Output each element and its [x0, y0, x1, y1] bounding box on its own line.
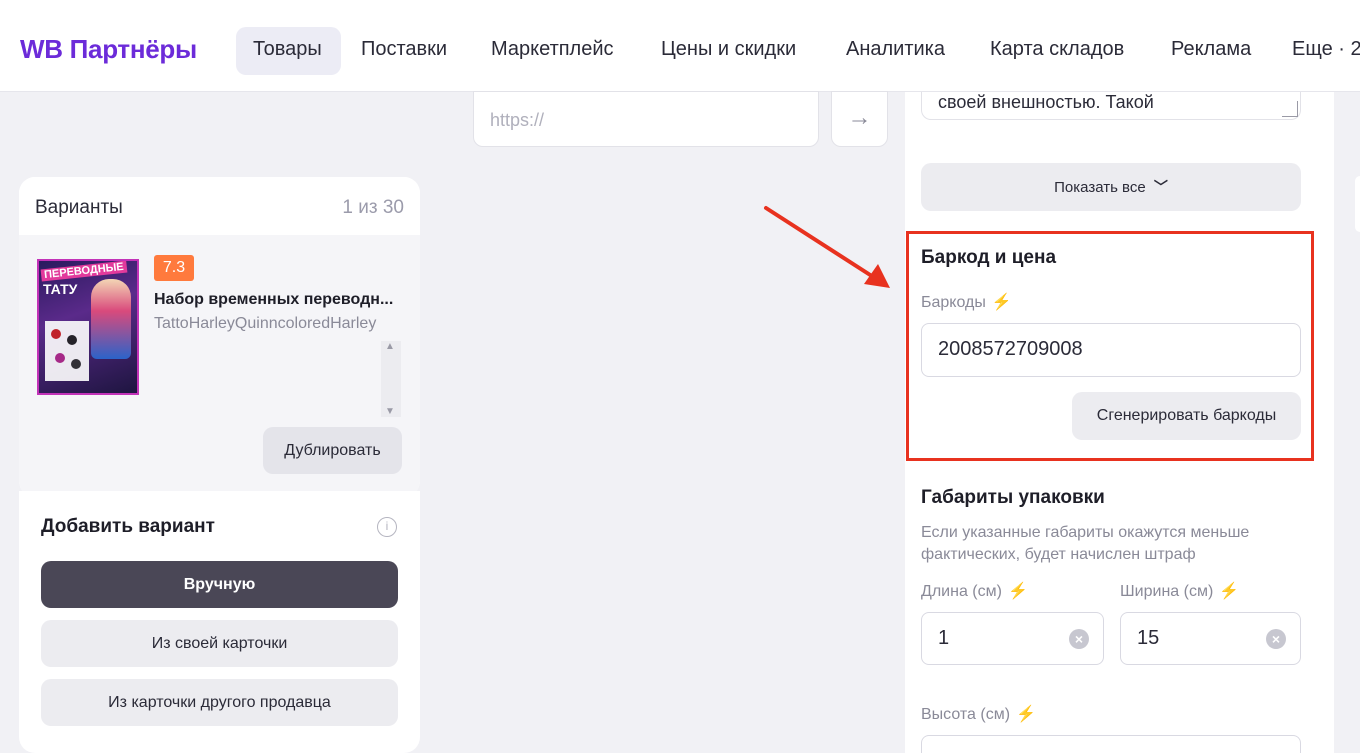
chevron-down-icon: ﹀	[1153, 179, 1168, 195]
nav-item-supplies[interactable]: Поставки	[361, 38, 447, 61]
nav-item-products[interactable]: Товары	[253, 38, 322, 61]
top-navigation: WB Партнёры Товары Поставки Маркетплейс …	[0, 0, 1360, 92]
thumbnail-tattoos	[45, 321, 89, 381]
side-tab[interactable]	[1355, 176, 1360, 232]
show-all-button[interactable]: Показать все ﹀	[921, 163, 1301, 211]
url-placeholder: https://	[490, 110, 545, 130]
variant-item[interactable]: ПЕРЕВОДНЫЕ ТАТУ 7.3 Набор временных пере…	[19, 235, 420, 497]
add-variant-title: Добавить вариант	[41, 516, 215, 537]
from-other-seller-button[interactable]: Из карточки другого продавца	[41, 679, 398, 726]
nav-item-warehouse-map[interactable]: Карта складов	[990, 38, 1124, 61]
package-section-title: Габариты упаковки	[921, 487, 1105, 508]
product-name: Набор временных переводн...	[154, 291, 394, 308]
resize-handle-icon[interactable]	[1282, 101, 1298, 117]
show-all-label: Показать все	[1054, 179, 1146, 196]
scroll-down-icon[interactable]: ▼	[385, 406, 395, 417]
product-sku: TattoHarleyQuinncoloredHarley	[154, 315, 377, 332]
nav-item-analytics[interactable]: Аналитика	[846, 38, 945, 61]
rating-badge: 7.3	[154, 255, 194, 281]
thumbnail-figure	[91, 279, 131, 359]
add-variant-card: Добавить вариант i Вручную Из своей карт…	[19, 491, 420, 753]
variants-header: Варианты 1 из 30	[19, 177, 420, 235]
nav-item-ads[interactable]: Реклама	[1171, 38, 1251, 61]
url-input[interactable]: https://	[473, 91, 819, 147]
thumbnail-caption-2: ТАТУ	[43, 281, 78, 297]
length-value: 1	[938, 627, 950, 649]
width-label: Ширина (см) ⚡	[1120, 583, 1240, 600]
package-hint: Если указанные габариты окажутся меньше …	[921, 524, 1250, 563]
description-textarea[interactable]: своей внешностью. Такой	[921, 92, 1301, 120]
clear-icon[interactable]: ×	[1266, 629, 1286, 649]
nav-item-prices[interactable]: Цены и скидки	[661, 38, 796, 61]
scrollbar[interactable]: ▲ ▼	[381, 341, 401, 417]
from-own-card-button[interactable]: Из своей карточки	[41, 620, 398, 667]
manual-button[interactable]: Вручную	[41, 561, 398, 608]
nav-item-more[interactable]: Еще · 2	[1292, 38, 1360, 61]
nav-item-marketplace[interactable]: Маркетплейс	[491, 38, 614, 61]
duplicate-button[interactable]: Дублировать	[263, 427, 402, 474]
arrow-right-icon[interactable]: →	[831, 91, 888, 147]
bolt-icon: ⚡	[1007, 583, 1028, 600]
height-label: Высота (см) ⚡	[921, 706, 1036, 723]
scroll-up-icon[interactable]: ▲	[385, 341, 395, 352]
height-input[interactable]	[921, 735, 1301, 753]
length-input[interactable]: 1 ×	[921, 612, 1104, 665]
width-input[interactable]: 15 ×	[1120, 612, 1301, 665]
variants-count: 1 из 30	[342, 197, 404, 218]
variants-title: Варианты	[35, 197, 123, 218]
length-label: Длина (см) ⚡	[921, 583, 1028, 600]
bolt-icon: ⚡	[1016, 706, 1036, 723]
product-thumbnail[interactable]: ПЕРЕВОДНЫЕ ТАТУ	[37, 259, 139, 395]
description-text: своей внешностью. Такой	[938, 92, 1154, 112]
highlight-box	[906, 231, 1314, 461]
bolt-icon: ⚡	[1219, 583, 1240, 600]
info-icon[interactable]: i	[377, 517, 397, 537]
variants-card: Варианты 1 из 30 ПЕРЕВОДНЫЕ ТАТУ 7.3 Наб…	[19, 177, 420, 497]
annotation-arrow-icon	[764, 206, 890, 288]
logo[interactable]: WB Партнёры	[20, 34, 197, 65]
clear-icon[interactable]: ×	[1069, 629, 1089, 649]
width-value: 15	[1137, 627, 1160, 649]
